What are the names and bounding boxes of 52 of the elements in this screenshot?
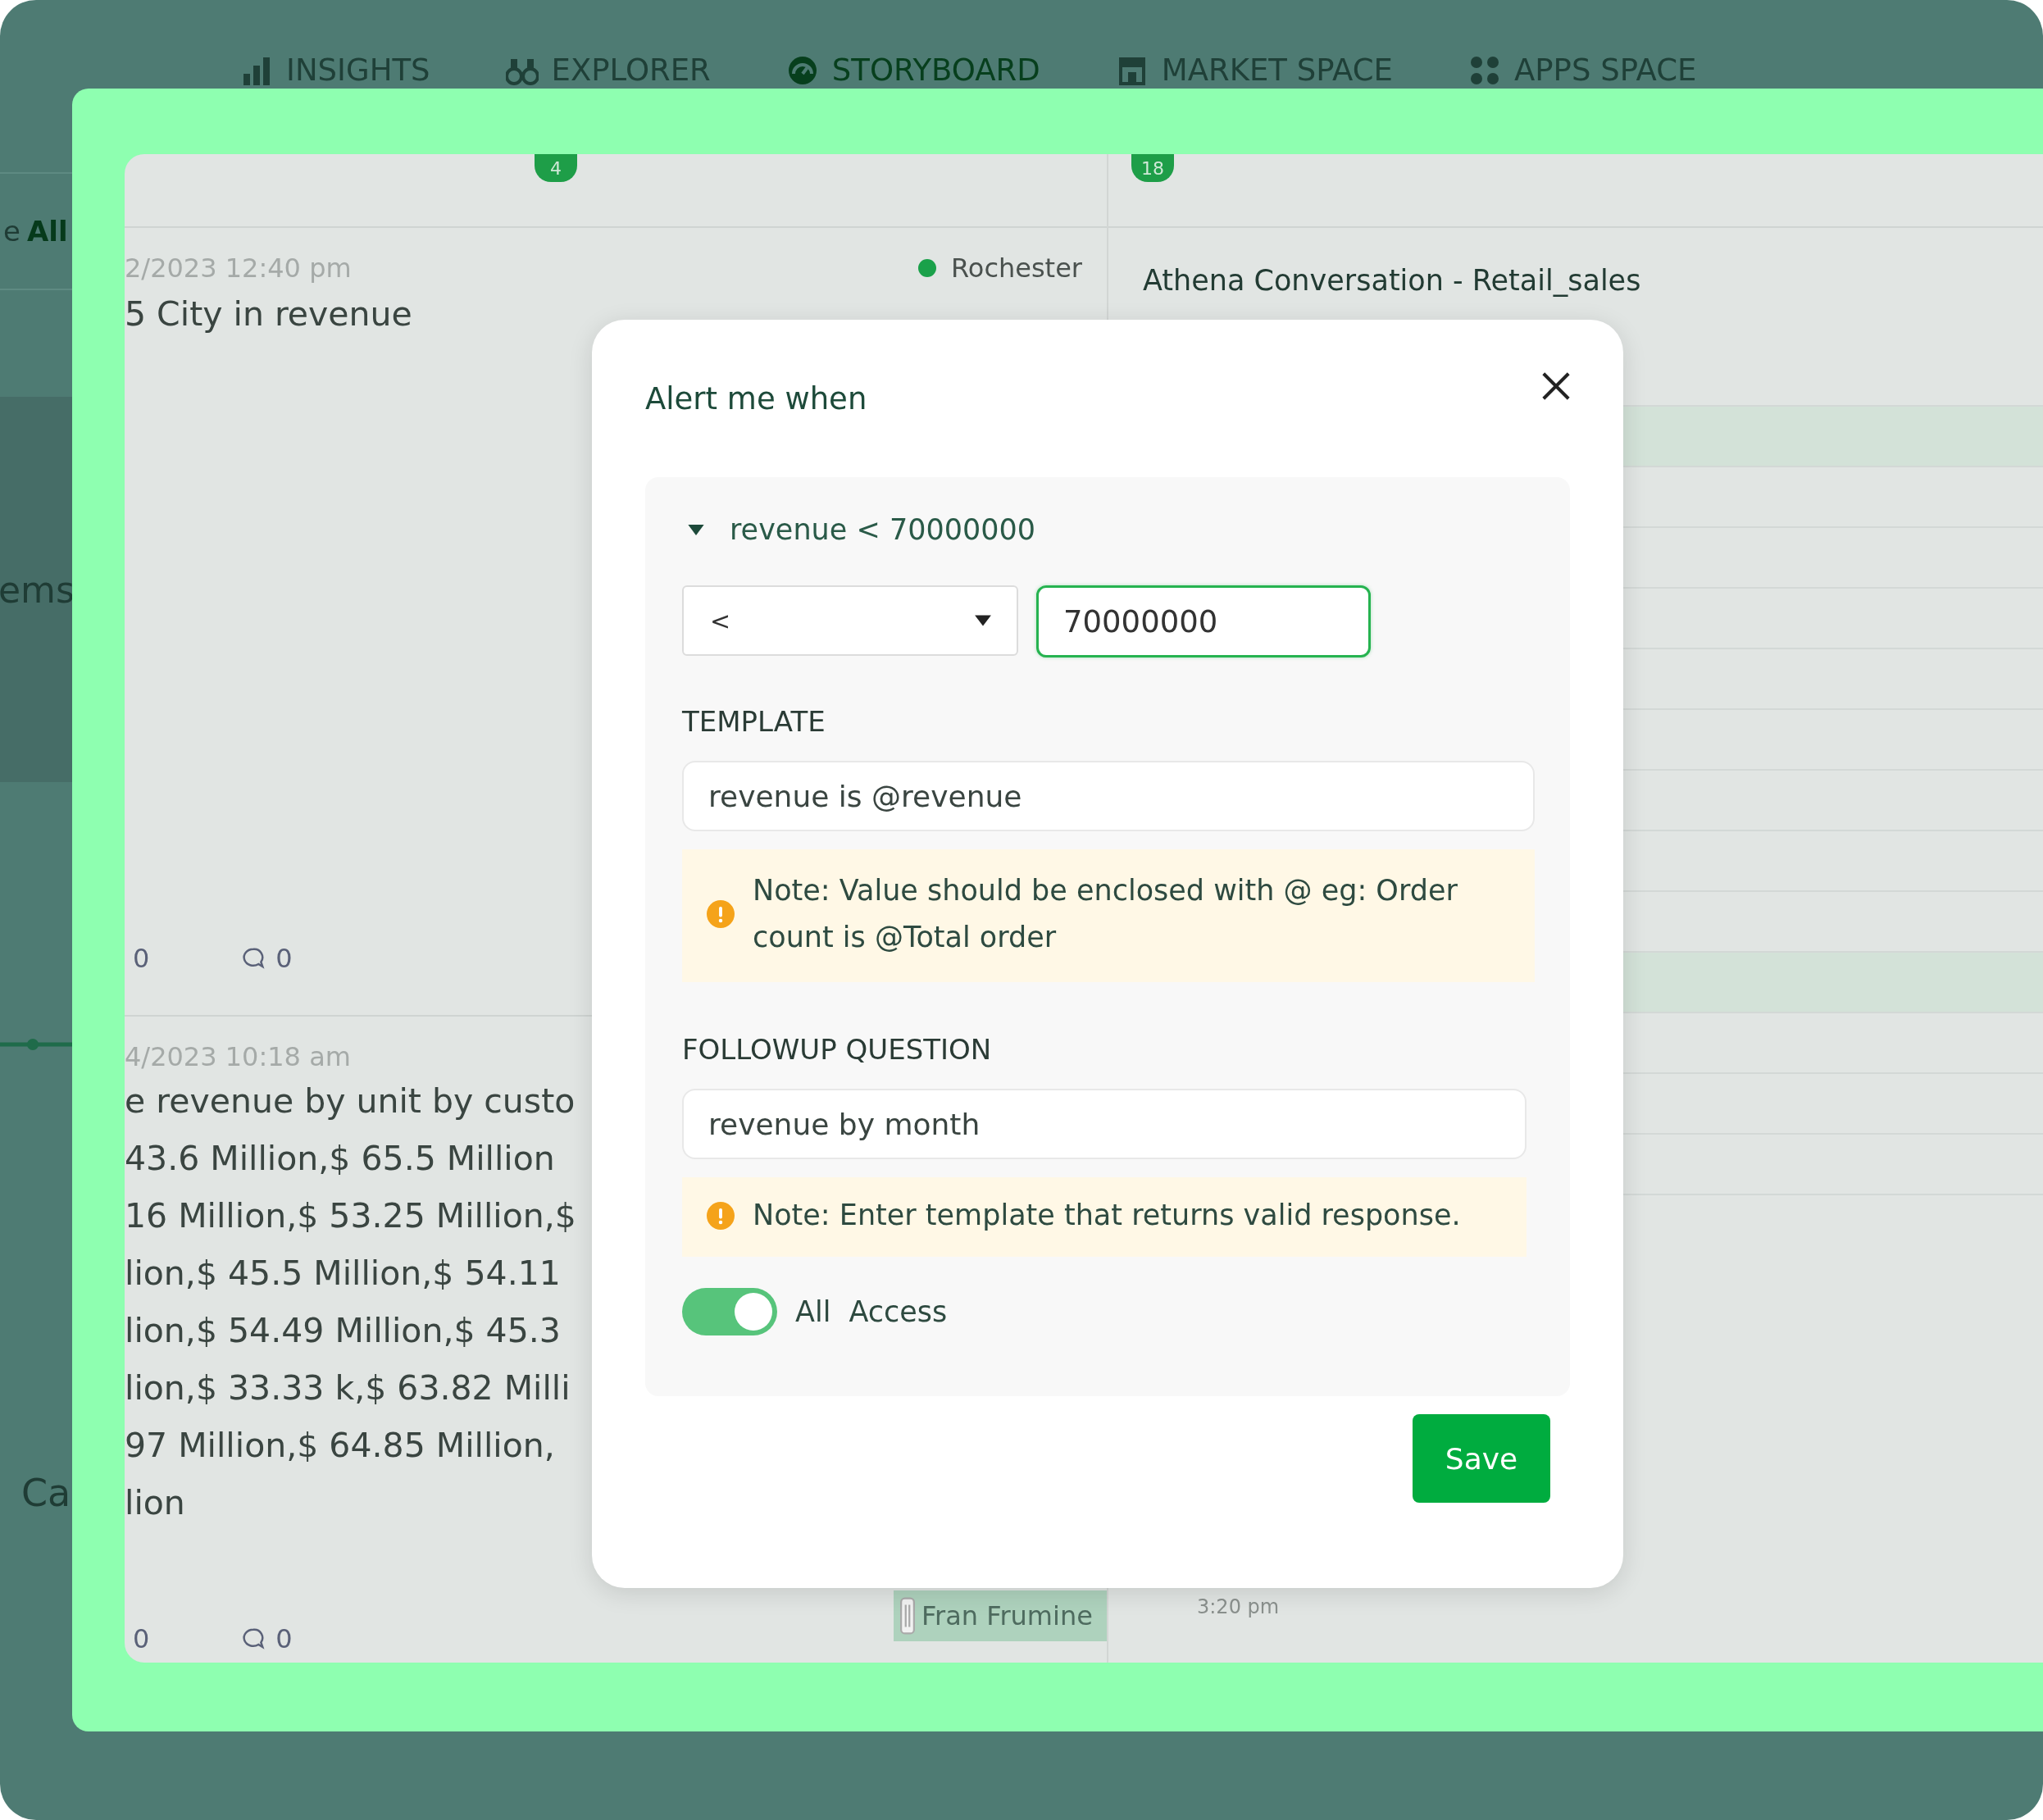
comment-count: 0 [275, 1623, 293, 1654]
field-label: FOLLOWUP QUESTION [682, 1033, 993, 1066]
dialog-title: Alert me when [645, 380, 867, 416]
threshold-input[interactable]: 70000000 [1036, 585, 1371, 657]
comment-count: 0 [275, 943, 293, 974]
timestamp: 2/2023 12:40 pm [125, 253, 352, 284]
warning-icon [707, 1201, 735, 1230]
question-text: 5 City in revenue [125, 293, 413, 335]
sidebar-item[interactable]: Ca [21, 1471, 71, 1515]
filter-label: e [3, 215, 20, 248]
location-label: Rochester [918, 253, 1082, 284]
like-count: 0 [133, 943, 150, 974]
slider-icon [0, 1036, 72, 1053]
conversation-title: Athena Conversation - Retail_sales [1142, 263, 1642, 297]
question-text: lion [125, 1482, 186, 1524]
nav-tab[interactable]: INSIGHTS [240, 52, 430, 88]
filter-link[interactable]: All [26, 215, 68, 248]
question-text: 43.6 Million,$ 65.5 Million [125, 1138, 556, 1180]
question-text: e revenue by unit by custo [125, 1081, 576, 1122]
nav-tab[interactable]: STORYBOARD [785, 52, 1040, 88]
location-dot-icon [918, 259, 936, 277]
followup-input[interactable]: revenue by month [682, 1089, 1527, 1159]
caret-icon [687, 523, 705, 536]
timestamp: 4/2023 10:18 am [125, 1041, 351, 1072]
message-time: 3:20 pm [1197, 1595, 1280, 1618]
caret-icon [974, 614, 992, 627]
question-text: lion,$ 54.49 Million,$ 45.3 [125, 1310, 562, 1352]
nav-tab[interactable]: EXPLORER [505, 52, 711, 88]
comment-icon [241, 1627, 266, 1651]
nav-tab[interactable]: MARKET SPACE [1115, 52, 1393, 88]
template-input[interactable]: revenue is @revenue [682, 761, 1535, 831]
note-text: Note: Enter template that returns valid response. [753, 1198, 1461, 1233]
field-label: TEMPLATE [682, 705, 826, 738]
toggle-switch[interactable] [682, 1288, 777, 1335]
grip-icon [900, 1597, 915, 1635]
comment-icon [241, 946, 266, 971]
warning-icon [707, 900, 735, 928]
nav-tab[interactable]: APPS SPACE [1467, 52, 1697, 88]
question-text: lion,$ 33.33 k,$ 63.82 Milli [125, 1367, 571, 1409]
question-text: 97 Million,$ 64.85 Million, [125, 1425, 556, 1467]
toggle-label: Access [849, 1295, 948, 1328]
question-text: 16 Million,$ 53.25 Million,$ [125, 1195, 577, 1237]
question-text: lion,$ 45.5 Million,$ 54.11 [125, 1253, 562, 1294]
like-count: 0 [133, 1623, 150, 1654]
note-text: Note: Value should be enclosed with @ eg: Order count is @Total order [753, 873, 1458, 955]
save-button[interactable]: Save [1413, 1414, 1550, 1503]
count-badge: 18 [1131, 154, 1174, 182]
count-badge: 4 [535, 154, 577, 182]
user-tag: Fran Frumine [894, 1590, 1107, 1641]
toggle-label: All [795, 1295, 831, 1328]
condition-toggle[interactable]: revenue < 70000000 [682, 513, 1036, 546]
operator-dropdown[interactable]: < [682, 585, 1018, 656]
